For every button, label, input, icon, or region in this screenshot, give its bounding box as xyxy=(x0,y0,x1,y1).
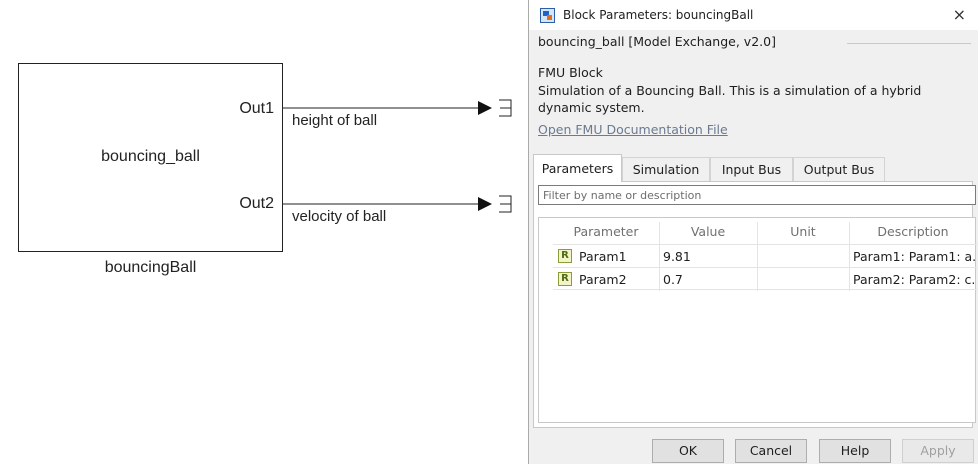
simulink-block-icon xyxy=(540,8,555,23)
column-header-unit[interactable]: Unit xyxy=(757,224,849,239)
signal-label-velocity[interactable]: velocity of ball xyxy=(292,208,386,225)
param-name: Param1 xyxy=(579,249,627,264)
ok-button[interactable]: OK xyxy=(652,439,724,463)
block-parameters-dialog: Block Parameters: bouncingBall × bouncin… xyxy=(528,0,978,464)
help-button[interactable]: Help xyxy=(819,439,891,463)
tab-bar: Parameters Simulation Input Bus Output B… xyxy=(533,154,973,182)
fmu-block[interactable]: bouncing_ball Out1 Out2 xyxy=(18,63,283,252)
param-value[interactable]: 0.7 xyxy=(663,272,757,287)
block-caption[interactable]: bouncingBall xyxy=(18,259,283,277)
param-value[interactable]: 9.81 xyxy=(663,249,757,264)
block-description: Simulation of a Bouncing Ball. This is a… xyxy=(538,83,922,115)
column-header-value[interactable]: Value xyxy=(659,224,757,239)
param-description: Param2: Param2: c... xyxy=(853,272,975,287)
signal-label-height[interactable]: height of ball xyxy=(292,112,377,129)
close-icon[interactable]: × xyxy=(953,5,966,24)
documentation-link[interactable]: Open FMU Documentation File xyxy=(538,122,728,137)
arrowhead-icon xyxy=(478,101,492,115)
column-header-description[interactable]: Description xyxy=(849,224,977,239)
table-row[interactable]: R Param2 0.7 Param2: Param2: c... xyxy=(553,267,977,291)
dialog-title: Block Parameters: bouncingBall xyxy=(563,8,754,22)
parameters-panel: Parameter Value Unit Description R Param… xyxy=(533,181,977,428)
tab-output-bus[interactable]: Output Bus xyxy=(793,157,885,181)
real-parameter-icon: R xyxy=(558,272,572,286)
real-parameter-icon: R xyxy=(558,249,572,263)
cancel-button[interactable]: Cancel xyxy=(735,439,807,463)
model-canvas[interactable]: bouncing_ball Out1 Out2 bouncingBall hei… xyxy=(0,0,528,464)
apply-button[interactable]: Apply xyxy=(902,439,974,463)
table-header: Parameter Value Unit Description xyxy=(539,218,975,244)
block-type-label: FMU Block xyxy=(538,65,603,80)
param-name: Param2 xyxy=(579,272,627,287)
tab-simulation[interactable]: Simulation xyxy=(622,157,710,181)
param-description: Param1: Param1: a... xyxy=(853,249,975,264)
parameters-table: Parameter Value Unit Description R Param… xyxy=(538,217,977,423)
dialog-titlebar[interactable]: Block Parameters: bouncingBall × xyxy=(529,0,978,30)
port-label-out1: Out1 xyxy=(239,100,274,117)
port-label-out2: Out2 xyxy=(239,195,274,212)
arrowhead-icon xyxy=(478,197,492,211)
table-row[interactable]: R Param1 9.81 Param1: Param1: a... xyxy=(553,244,977,268)
filter-input[interactable] xyxy=(538,185,976,205)
block-inner-name: bouncing_ball xyxy=(101,148,200,165)
tab-input-bus[interactable]: Input Bus xyxy=(710,157,793,181)
column-header-parameter[interactable]: Parameter xyxy=(553,224,659,239)
group-divider xyxy=(847,43,971,44)
tab-parameters[interactable]: Parameters xyxy=(533,154,622,182)
group-label: bouncing_ball [Model Exchange, v2.0] xyxy=(538,34,778,49)
terminator-icon[interactable] xyxy=(499,99,512,117)
terminator-icon[interactable] xyxy=(499,195,512,213)
